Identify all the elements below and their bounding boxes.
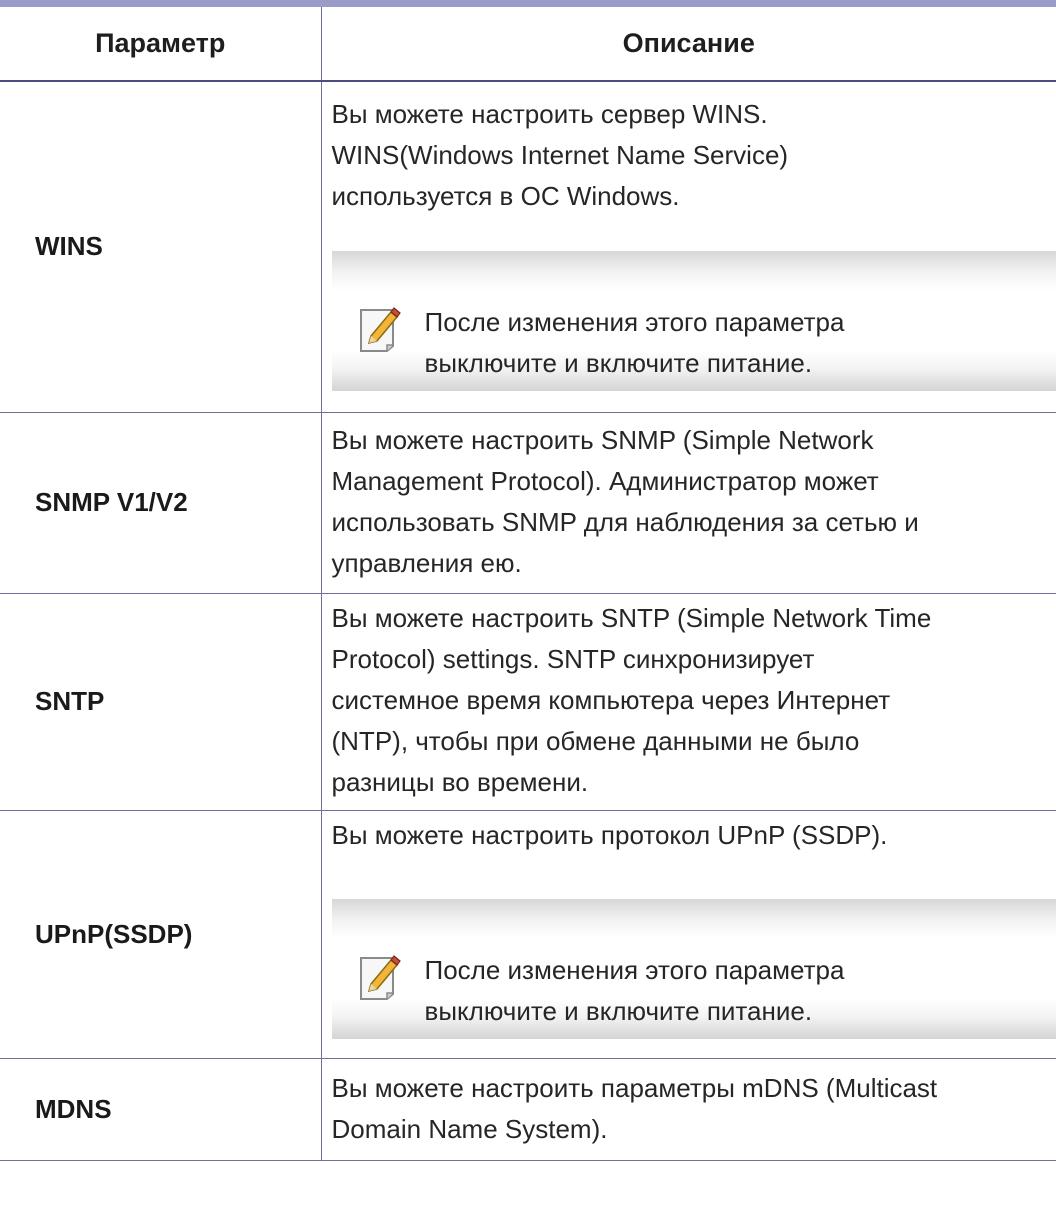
param-name: SNTP [0,593,322,811]
param-description: Вы можете настроить сервер WINS. WINS(Wi… [321,81,1056,413]
table-row-snmp: SNMP V1/V2 Вы можете настроить SNMP (Sim… [0,412,1056,594]
table-row-wins: WINS Вы можете настроить сервер WINS. WI… [0,81,1056,413]
table-row-sntp: SNTP Вы можете настроить SNTP (Simple Ne… [0,593,1056,811]
note-box: После изменения этого параметра выключит… [331,251,1056,391]
param-description: Вы можете настроить SNMP (Simple Network… [321,412,1056,594]
param-name: MDNS [0,1058,322,1161]
note-line: После изменения этого параметра [424,307,845,337]
description-line: Protocol) settings. SNTP синхронизирует [331,643,815,674]
param-description: Вы можете настроить параметры mDNS (Mult… [321,1058,1056,1161]
description-line: Вы можете настроить параметры mDNS (Mult… [331,1072,938,1103]
note-pencil-icon [359,954,401,1000]
description-line: Вы можете настроить протокол UPnP (SSDP)… [331,819,888,850]
description-line: разницы во времени. [331,766,589,797]
description-line: использовать SNMP для наблюдения за сеть… [331,506,919,537]
note-box: После изменения этого параметра выключит… [331,898,1056,1039]
top-rule [0,0,1056,7]
column-header-description: Описание [321,7,1056,82]
note-line: выключите и включите питание. [424,995,813,1026]
description-line: Вы можете настроить сервер WINS. [331,99,768,129]
description-line: используется в ОС Windows. [331,181,680,211]
description-line: WINS(Windows Internet Name Service) [331,140,789,170]
description-line: управления ею. [331,547,522,578]
table-row-upnp: UPnP(SSDP) Вы можете настроить протокол … [0,810,1056,1059]
param-name: UPnP(SSDP) [0,810,322,1059]
note-line: После изменения этого параметра [424,954,845,985]
description-line: Domain Name System). [331,1113,608,1144]
parameters-table: Параметр Описание WINS Вы можете настрои… [0,7,1056,1161]
table-row-mdns: MDNS Вы можете настроить параметры mDNS … [0,1058,1056,1161]
description-line: системное время компьютера через Интерне… [331,684,891,715]
header-row: Параметр Описание [0,7,1056,82]
param-description: Вы можете настроить протокол UPnP (SSDP)… [321,810,1056,1059]
note-line: выключите и включите питание. [424,348,813,378]
param-name: WINS [0,81,322,413]
description-line: (NTP), чтобы при обмене данными не было [331,725,860,756]
description-line: Management Protocol). Администратор може… [331,465,879,496]
param-name: SNMP V1/V2 [0,412,322,594]
description-line: Вы можете настроить SNTP (Simple Network… [331,602,932,633]
column-header-parameter: Параметр [0,7,322,82]
note-pencil-icon [359,307,401,352]
description-line: Вы можете настроить SNMP (Simple Network [331,424,874,455]
param-description: Вы можете настроить SNTP (Simple Network… [321,593,1056,811]
